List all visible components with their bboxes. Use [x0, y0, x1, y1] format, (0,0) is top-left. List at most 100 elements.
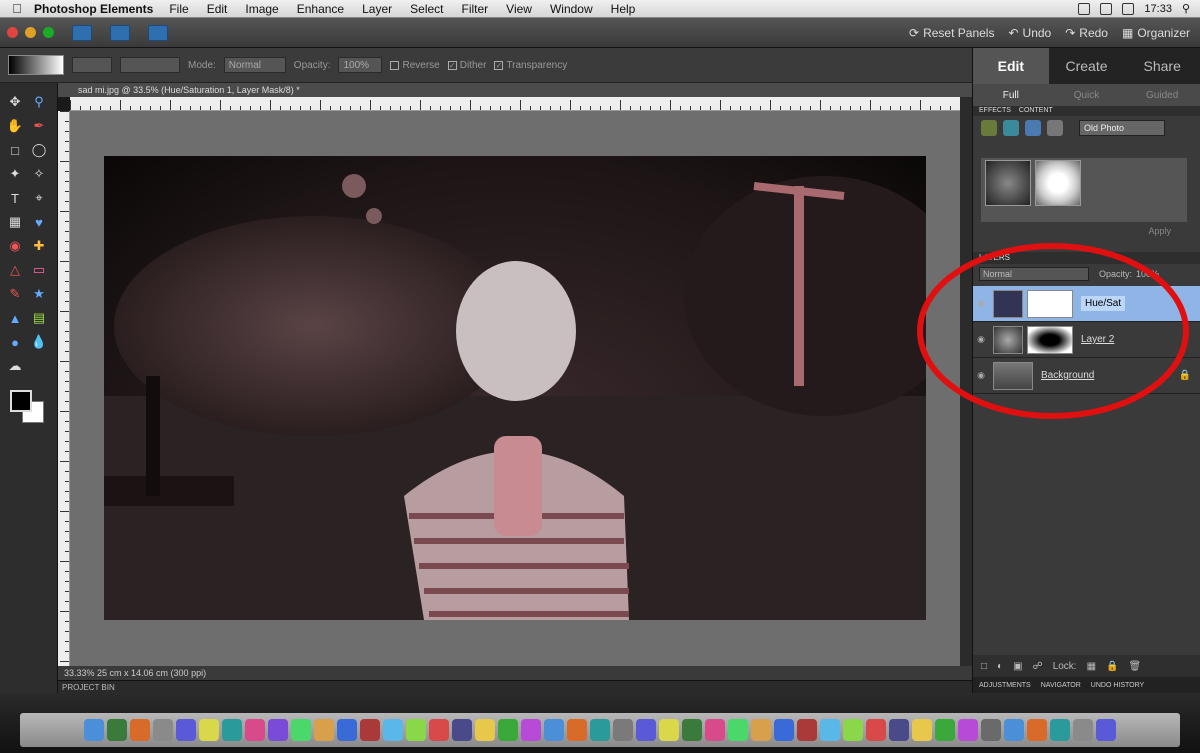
dock-app-icon[interactable] — [820, 719, 840, 741]
delete-layer-icon[interactable]: 🗑 — [1129, 661, 1142, 672]
cookie-cutter-tool-icon[interactable]: ♥ — [28, 211, 50, 233]
eraser-tool-icon[interactable]: ▭ — [28, 259, 50, 281]
clock[interactable]: 17:33 — [1144, 3, 1172, 15]
dock-app-icon[interactable] — [314, 719, 334, 741]
dock-app-icon[interactable] — [475, 719, 495, 741]
add-mask-icon[interactable]: ▣ — [1013, 661, 1022, 672]
dock-app-icon[interactable] — [1096, 719, 1116, 741]
crop-tool-icon[interactable]: ⌖ — [28, 187, 50, 209]
document-tab[interactable]: sad mi.jpg @ 33.5% (Hue/Saturation 1, La… — [58, 83, 972, 97]
shape-tool-icon[interactable]: ● — [4, 331, 26, 353]
dock-app-icon[interactable] — [682, 719, 702, 741]
dock-app-icon[interactable] — [613, 719, 633, 741]
gradient-preview[interactable] — [8, 55, 64, 75]
menu-select[interactable]: Select — [410, 2, 443, 16]
dock-app-icon[interactable] — [751, 719, 771, 741]
wifi-icon[interactable] — [1078, 2, 1091, 15]
menu-enhance[interactable]: Enhance — [297, 2, 344, 16]
tab-create[interactable]: Create — [1049, 48, 1125, 84]
dock-app-icon[interactable] — [1004, 719, 1024, 741]
dock-app-icon[interactable] — [130, 719, 150, 741]
red-eye-tool-icon[interactable]: ◉ — [4, 235, 26, 257]
dock-app-icon[interactable] — [360, 719, 380, 741]
canvas-area[interactable] — [70, 111, 960, 666]
dock-app-icon[interactable] — [843, 719, 863, 741]
arrange-button[interactable] — [110, 24, 130, 41]
dock-app-icon[interactable] — [268, 719, 288, 741]
dock-app-icon[interactable] — [889, 719, 909, 741]
tab-share[interactable]: Share — [1124, 48, 1200, 84]
dock-app-icon[interactable] — [176, 719, 196, 741]
dock-app-icon[interactable] — [521, 719, 541, 741]
dock-app-icon[interactable] — [659, 719, 679, 741]
magic-wand-tool-icon[interactable]: ✦ — [4, 163, 26, 185]
organizer-button[interactable]: ▦ Organizer — [1122, 26, 1190, 40]
dock-app-icon[interactable] — [728, 719, 748, 741]
dock-app-icon[interactable] — [84, 719, 104, 741]
dock-app-icon[interactable] — [245, 719, 265, 741]
spotlight-icon[interactable]: ⚲ — [1182, 2, 1190, 15]
dock-app-icon[interactable] — [1027, 719, 1047, 741]
eyedropper-tool-icon[interactable]: ✒ — [28, 115, 50, 137]
mode-select[interactable]: Normal — [223, 57, 286, 73]
hand-tool-icon[interactable]: ✋ — [4, 115, 26, 137]
dock-app-icon[interactable] — [222, 719, 242, 741]
blur-tool-icon[interactable]: 💧 — [28, 331, 50, 353]
subtab-guided[interactable]: Guided — [1124, 84, 1200, 106]
subtab-quick[interactable]: Quick — [1049, 84, 1125, 106]
smart-brush-tool-icon[interactable]: ★ — [28, 283, 50, 305]
clone-stamp-tool-icon[interactable]: △ — [4, 259, 26, 281]
lasso-tool-icon[interactable]: ◯ — [28, 139, 50, 161]
screen-mode-button[interactable] — [148, 24, 168, 41]
content-tab[interactable]: CONTENT — [1019, 106, 1053, 116]
subtab-full[interactable]: Full — [973, 84, 1049, 106]
dock-app-icon[interactable] — [429, 719, 449, 741]
dock-app-icon[interactable] — [383, 719, 403, 741]
marquee-tool-icon[interactable]: □ — [4, 139, 26, 161]
undo-button[interactable]: ↶ Undo — [1008, 26, 1051, 40]
move-tool-icon[interactable]: ✥ — [4, 91, 26, 113]
tab-edit[interactable]: Edit — [973, 48, 1049, 84]
dock-app-icon[interactable] — [199, 719, 219, 741]
menu-help[interactable]: Help — [611, 2, 636, 16]
brush-tool-icon[interactable]: ✎ — [4, 283, 26, 305]
dock-app-icon[interactable] — [153, 719, 173, 741]
volume-icon[interactable] — [1100, 2, 1113, 15]
new-adjustment-icon[interactable]: ◐ — [997, 661, 1003, 672]
menu-edit[interactable]: Edit — [207, 2, 228, 16]
dock-app-icon[interactable] — [636, 719, 656, 741]
dock-app-icon[interactable] — [935, 719, 955, 741]
effect-thumb-2[interactable] — [1035, 160, 1081, 206]
dock-app-icon[interactable] — [797, 719, 817, 741]
gradient-tool-icon[interactable]: ▤ — [28, 307, 50, 329]
menu-window[interactable]: Window — [550, 2, 593, 16]
layer-styles-icon[interactable] — [1003, 120, 1019, 136]
opacity-field[interactable]: 100% — [338, 57, 383, 73]
transparency-checkbox[interactable]: ✓ Transparency — [494, 60, 567, 71]
zoom-tool-icon[interactable]: ⚲ — [28, 91, 50, 113]
dither-checkbox[interactable]: ✓ Dither — [447, 60, 486, 71]
paint-bucket-tool-icon[interactable]: ▲ — [4, 307, 26, 329]
close-window-icon[interactable] — [7, 27, 18, 38]
dock-app-icon[interactable] — [1073, 719, 1093, 741]
menu-view[interactable]: View — [506, 2, 532, 16]
adjustments-tab[interactable]: ADJUSTMENTS — [979, 682, 1031, 689]
gradient-edit-button[interactable] — [72, 57, 112, 73]
link-icon[interactable]: ☍ — [1033, 661, 1043, 672]
lock-all-icon[interactable]: 🔒 — [1106, 661, 1118, 672]
reverse-checkbox[interactable]: Reverse — [390, 60, 440, 71]
zoom-window-icon[interactable] — [43, 27, 54, 38]
navigator-tab[interactable]: NAVIGATOR — [1041, 682, 1081, 689]
project-bin-tab[interactable]: PROJECT BIN — [58, 680, 972, 693]
type-tool-icon[interactable]: T — [4, 187, 26, 209]
apply-button[interactable]: Apply — [1148, 226, 1171, 236]
effects-category-select[interactable]: Old Photo — [1079, 120, 1165, 136]
filters-icon[interactable] — [981, 120, 997, 136]
reset-panels-button[interactable]: ⟳ Reset Panels — [909, 26, 994, 40]
dock-app-icon[interactable] — [107, 719, 127, 741]
dock-app-icon[interactable] — [406, 719, 426, 741]
minimize-window-icon[interactable] — [25, 27, 36, 38]
show-all-icon[interactable] — [1047, 120, 1063, 136]
dock-app-icon[interactable] — [1050, 719, 1070, 741]
effect-thumb-1[interactable] — [985, 160, 1031, 206]
